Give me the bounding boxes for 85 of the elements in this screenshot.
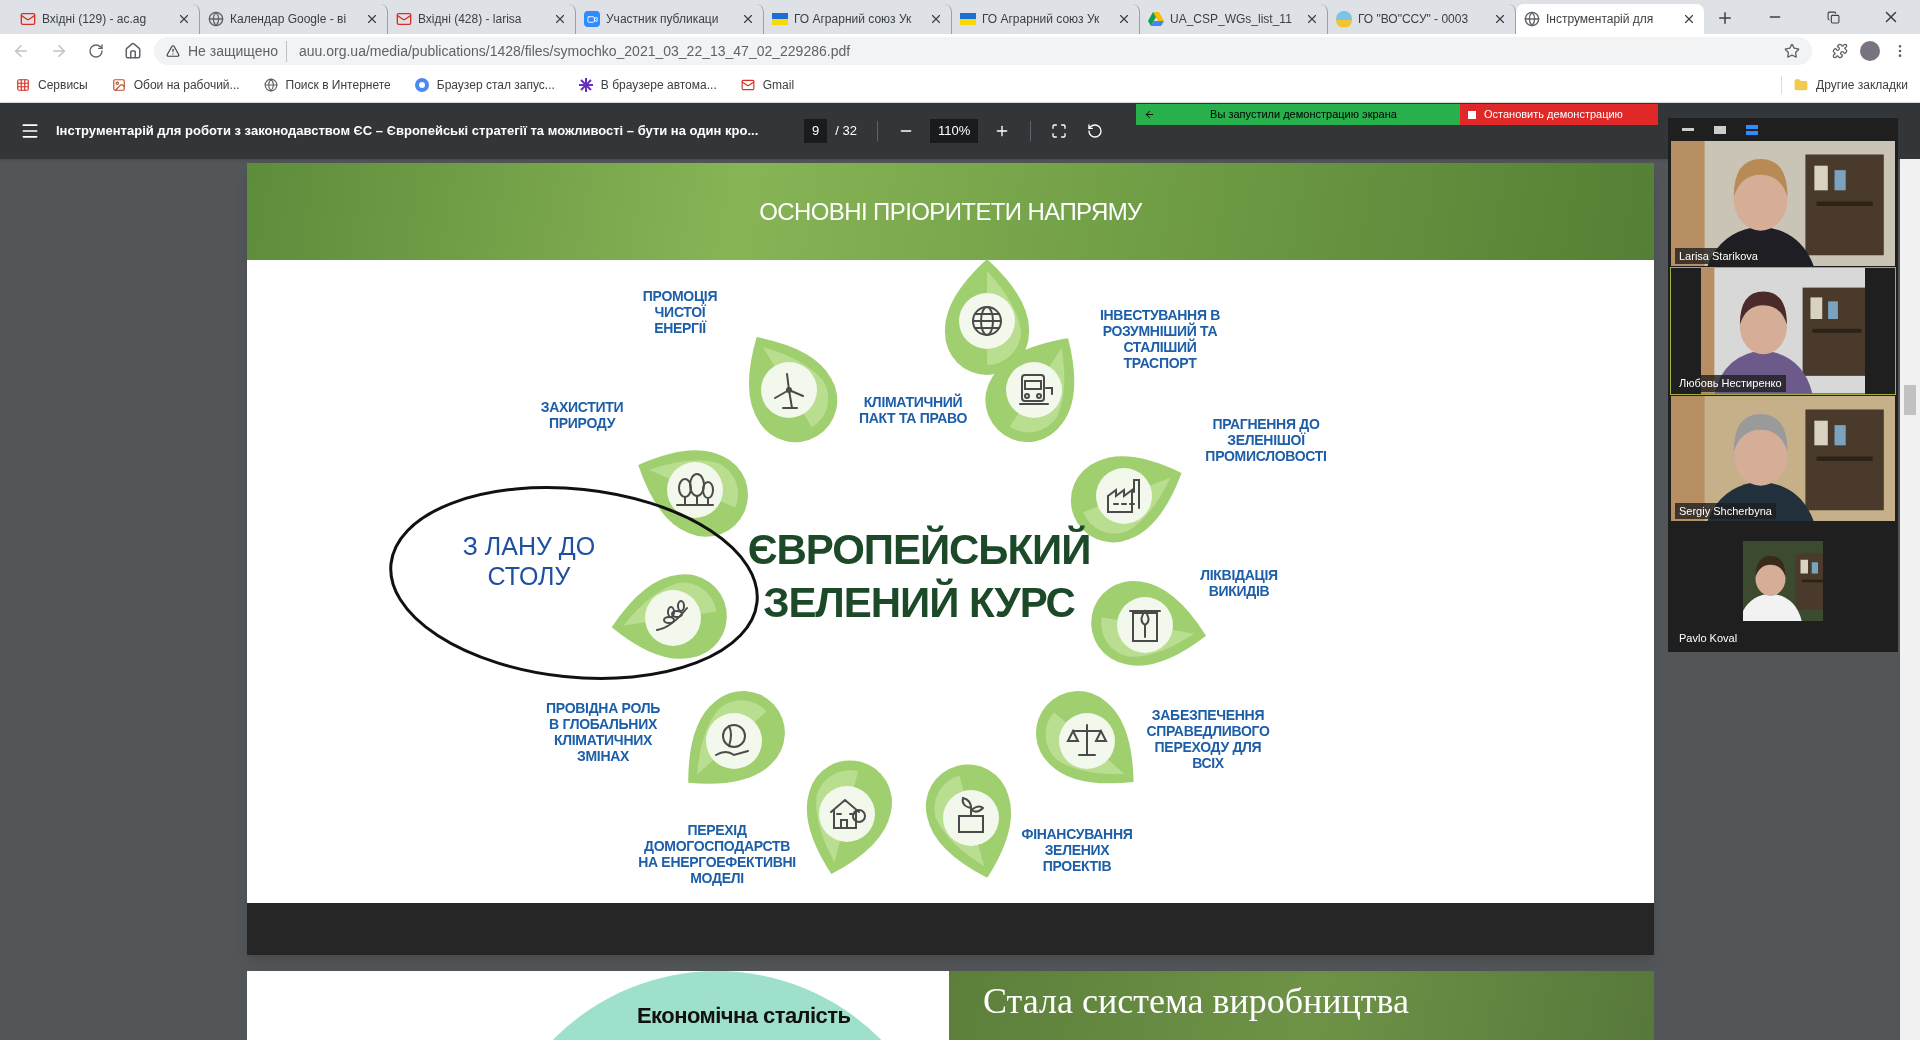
extensions-icon[interactable] — [1832, 43, 1848, 59]
tab-title: UA_CSP_WGs_list_11 — [1170, 11, 1292, 28]
profile-avatar[interactable] — [1860, 41, 1880, 61]
sharing-status: Вы запустили демонстрацию экрана — [1136, 104, 1460, 125]
section-heading: Економічна сталість — [637, 1002, 851, 1030]
new-tab-icon[interactable] — [1716, 9, 1734, 27]
slide-title: ОСНОВНІ ПРІОРИТЕТИ НАПРЯМУ — [759, 196, 1142, 227]
priority-label: КЛІМАТИЧНИЙ ПАКТ ТА ПРАВО — [858, 393, 968, 427]
restore-icon[interactable] — [1827, 10, 1840, 24]
flag-icon — [960, 13, 976, 25]
priority-label: ПРАГНЕННЯ ДО ЗЕЛЕНІШОЇ ПРОМИСЛОВОСТІ — [1205, 415, 1327, 465]
fit-page-icon[interactable] — [1051, 123, 1068, 139]
close-icon[interactable] — [929, 12, 943, 26]
bookmark-star-icon[interactable] — [1784, 43, 1800, 59]
menu-icon[interactable] — [20, 121, 40, 141]
priority-label: ІНВЕСТУВАННЯ В РОЗУМНІШИЙ ТА СТАЛІШИЙ ТРАСПОРТ — [1099, 306, 1221, 372]
close-icon[interactable] — [553, 12, 567, 26]
other-bookmarks[interactable]: Другие закладки — [1781, 76, 1908, 94]
triangle-icon — [1148, 12, 1164, 26]
priority-label: ЗАХИСТИТИ ПРИРОДУ — [540, 398, 624, 432]
flag-icon — [772, 13, 788, 25]
stop-sharing-button[interactable]: Остановить демонстрацию — [1460, 104, 1658, 125]
priority-label: ЗАБЕЗПЕЧЕННЯ СПРАВЕДЛИВОГО ПЕРЕХОДУ ДЛЯ ВСІХ — [1146, 706, 1270, 772]
close-icon[interactable] — [1682, 12, 1696, 26]
rotate-icon[interactable] — [1087, 123, 1104, 139]
close-icon[interactable] — [1305, 12, 1319, 26]
apps-icon — [16, 78, 30, 92]
priority-label: ПРОМОЦІЯ ЧИСТОЇ ЕНЕРГІЇ — [642, 287, 718, 337]
document-title: Інструментарій для роботи з законодавством ЄС – Європейські стратегії та можливості – бути на один кро... — [56, 122, 760, 141]
g-logo-icon — [414, 78, 429, 92]
bookmark-link[interactable]: Поиск в Интернете — [259, 76, 395, 94]
minimize-icon[interactable] — [1682, 128, 1694, 132]
image-icon — [111, 78, 126, 92]
home-icon[interactable] — [124, 42, 142, 60]
spark-icon — [578, 78, 593, 92]
tab-title: Календар Google - ві — [230, 11, 347, 28]
tab-title: ГО "ВО"ССУ" - 0003 — [1358, 11, 1469, 28]
tab-title: Інструментарій для — [1546, 11, 1654, 28]
priority-label: ПРОВІДНА РОЛЬ В ГЛОБАЛЬНИХ КЛІМАТИЧНИХ ЗМІНАХ — [546, 699, 660, 765]
url-text: auu.org.ua/media/publications/1428/files/symochko_2021_03_22_13_47_02_229286.pdf — [299, 41, 851, 61]
zoom-field[interactable]: 110% — [929, 119, 979, 143]
tab-title: Вхідні (428) - larisa — [418, 11, 522, 28]
diagram-title: ЄВРОПЕЙСЬКИЙ ЗЕЛЕНИЙ КУРС — [747, 524, 1091, 627]
warning-icon — [166, 44, 180, 58]
emblem-icon — [1336, 11, 1352, 27]
folder-icon — [1794, 78, 1809, 92]
page-number-field[interactable]: 9 — [804, 119, 828, 143]
address-field[interactable]: Не защищено auu.org.ua/media/publications/1428/files/symochko_2021_03_22_13_47_02_229286.pdf — [154, 37, 1812, 65]
close-icon[interactable] — [741, 12, 755, 26]
reload-icon[interactable] — [88, 43, 104, 59]
video-tile[interactable]: Любовь Нестиренко — [1670, 267, 1896, 395]
mail-icon — [20, 11, 36, 27]
gallery-view-icon[interactable] — [1714, 125, 1726, 134]
priority-label: ЛІКВІДАЦІЯ ВИКИДІВ — [1200, 566, 1278, 600]
tab-title: Вхідні (129) - ac.ag — [42, 11, 147, 28]
globe-icon — [1524, 11, 1540, 27]
mail-icon — [396, 11, 412, 27]
security-label: Не защищено — [188, 40, 287, 62]
arrow-icon — [1144, 109, 1155, 120]
bookmark-link[interactable]: Браузер стал запус... — [410, 76, 559, 94]
priority-label: ПЕРЕХІД ДОМОГОСПОДАРСТВ НА ЕНЕРГОЕФЕКТИВНІ МОДЕЛІ — [638, 821, 796, 887]
tab-title: Участник публикаци — [606, 11, 719, 28]
bookmark-link[interactable]: Сервисы — [12, 76, 92, 94]
page-title: Стала система виробництва — [983, 981, 1410, 1023]
page-count: / 32 — [835, 122, 857, 141]
close-icon[interactable] — [365, 12, 379, 26]
globe-icon — [263, 78, 278, 92]
bookmark-link[interactable]: Обои на рабочий... — [107, 76, 244, 94]
speaker-view-icon[interactable] — [1746, 124, 1758, 135]
globe-icon — [208, 11, 224, 27]
close-icon[interactable] — [1493, 12, 1507, 26]
tab-title: ГО Аграрний союз Ук — [794, 11, 912, 28]
camera-icon — [584, 11, 600, 27]
mail-icon — [740, 78, 755, 92]
bookmark-link[interactable]: Gmail — [736, 76, 799, 94]
bookmark-link[interactable]: В браузере автома... — [574, 76, 721, 94]
tab-title: ГО Аграрний союз Ук — [982, 11, 1100, 28]
scrollbar[interactable] — [1900, 159, 1920, 1040]
close-icon[interactable] — [1117, 12, 1131, 26]
close-icon[interactable] — [177, 12, 191, 26]
highlight-text: З ЛАНУ ДО СТОЛУ — [462, 531, 596, 591]
video-tile[interactable]: Larisa Starikova — [1670, 139, 1896, 268]
browser-tab[interactable]: Інструментарій для — [1516, 4, 1704, 34]
priority-label: ФІНАНСУВАННЯ ЗЕЛЕНИХ ПРОЕКТІВ — [1021, 825, 1133, 875]
video-tile[interactable]: Sergiy Shcherbyna — [1670, 394, 1896, 523]
